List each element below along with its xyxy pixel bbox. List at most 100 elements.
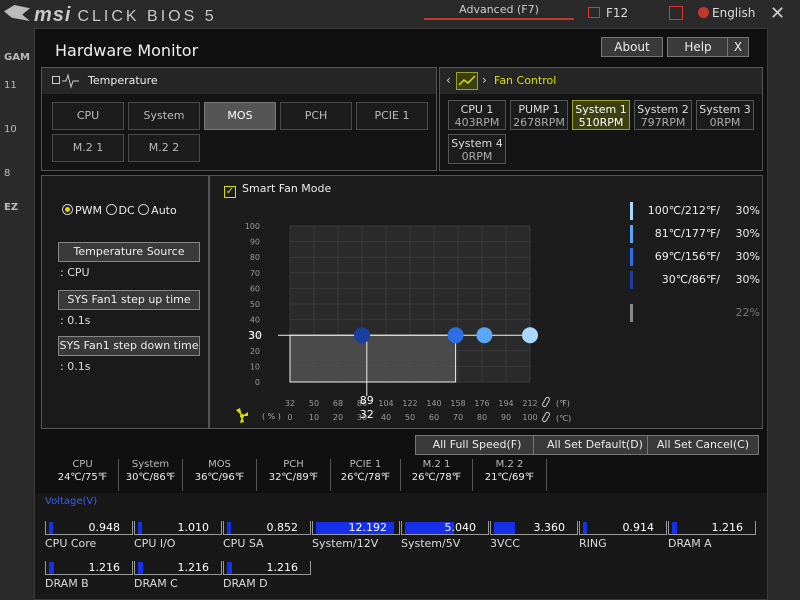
summary-sensor-name: System <box>131 459 170 470</box>
pwm-radio[interactable]: PWM <box>62 204 102 217</box>
search-icon[interactable] <box>669 6 683 20</box>
x-tick-label-f: 176 <box>474 399 489 408</box>
voltage-name: System/5V <box>401 537 461 550</box>
legend-temp: 100℃/212℉/ <box>647 204 720 217</box>
fan-speed-icon <box>236 408 248 423</box>
voltage-name: DRAM D <box>223 577 268 590</box>
fahrenheit-unit-label: (℉) <box>556 399 570 408</box>
fan-cpu1[interactable]: CPU 1 403RPM <box>448 100 506 130</box>
y-tick-label: 10 <box>250 362 260 371</box>
fan-pump1[interactable]: PUMP 1 2678RPM <box>510 100 568 130</box>
legend-temp: 30℃/86℉/ <box>661 273 720 286</box>
voltage-bar-fill <box>494 522 515 534</box>
dc-radio[interactable]: DC <box>105 204 135 217</box>
temperature-source-button[interactable]: Temperature Source <box>58 242 200 262</box>
sensor-m2-1[interactable]: M.2 1 <box>52 134 124 162</box>
fan-rpm: 403RPM <box>454 116 500 129</box>
sensor-cpu[interactable]: CPU <box>52 102 124 130</box>
fan-curve-point[interactable] <box>476 327 493 344</box>
window-title: Hardware Monitor <box>55 41 199 60</box>
step-down-time-value: : 0.1s <box>60 360 91 373</box>
summary-sensor-value: 36℃/96℉ <box>194 472 245 483</box>
summary-sensor-name: PCH <box>283 459 304 470</box>
voltage-bar-fill <box>227 562 232 574</box>
bg-label: 10 <box>4 124 17 135</box>
fan-system4[interactable]: System 4 0RPM <box>448 134 506 164</box>
sensor-pch[interactable]: PCH <box>280 102 352 130</box>
fan-system3[interactable]: System 3 0RPM <box>696 100 754 130</box>
screenshot-button[interactable]: F12 <box>588 6 628 20</box>
fan-curve-point[interactable] <box>447 327 464 344</box>
y-tick-label: 20 <box>250 347 260 356</box>
voltage-name: DRAM A <box>668 537 712 550</box>
about-button[interactable]: About <box>601 37 663 57</box>
bg-label: EZ <box>4 202 19 213</box>
sensor-m2-2[interactable]: M.2 2 <box>128 134 200 162</box>
summary-sensor-value: 24℃/75℉ <box>57 472 108 483</box>
fan-curve-point[interactable] <box>354 327 370 344</box>
fan-curve-point[interactable] <box>522 327 538 344</box>
x-tick-label-c: 50 <box>405 413 415 422</box>
voltage-bar-fill <box>49 562 54 574</box>
sensor-pcie1[interactable]: PCIE 1 <box>356 102 428 130</box>
step-down-time-button[interactable]: SYS Fan1 step down time <box>58 336 200 356</box>
bg-label: 11 <box>4 80 17 91</box>
language-button[interactable]: English <box>698 6 755 20</box>
voltage-item: 5.040 System/5V <box>401 521 489 550</box>
advanced-mode-tab[interactable]: Advanced (F7) <box>424 0 574 20</box>
summary-sensor-value: 26℃/78℉ <box>411 472 462 483</box>
x-tick-label-f: 32 <box>285 399 295 408</box>
chevron-right-icon[interactable]: › <box>482 73 487 87</box>
dc-radio-icon <box>105 204 117 215</box>
x-tick-label-c: 60 <box>429 413 439 422</box>
background-right-panel <box>766 30 800 600</box>
voltage-bar-fill <box>138 562 143 574</box>
x-tick-label-f: 104 <box>378 399 393 408</box>
chevron-left-icon[interactable]: ‹ <box>446 73 451 87</box>
x-tick-label-f: 140 <box>426 399 441 408</box>
summary-temp-3: PCH 32℃/89℉ <box>257 459 331 491</box>
auto-radio[interactable]: Auto <box>138 204 177 217</box>
temperature-graph-icon <box>52 73 79 89</box>
sensor-mos[interactable]: MOS <box>204 102 276 130</box>
x-axis-ticks: 3205010682086301044012250140601587017680… <box>285 399 538 422</box>
voltage-item: 1.216 DRAM B <box>45 561 133 590</box>
fan-rpm: 0RPM <box>709 116 741 129</box>
temperature-source-value: : CPU <box>60 266 90 279</box>
fan-curve-chart[interactable]: 1009080706050403020100 32050106820863010… <box>210 176 610 430</box>
x-tick-label-c: 0 <box>287 413 292 422</box>
thermometer-c-icon <box>542 411 550 423</box>
voltage-bar: 0.948 <box>45 521 133 535</box>
x-tick-label-c: 10 <box>309 413 319 422</box>
sensor-system[interactable]: System <box>128 102 200 130</box>
all-full-speed-button[interactable]: All Full Speed(F) <box>415 435 539 455</box>
legend-entry: 69℃/156℉/ 30% <box>630 248 764 266</box>
fan-system2[interactable]: System 2 797RPM <box>634 100 692 130</box>
voltage-item: 0.852 CPU SA <box>223 521 311 550</box>
voltage-value: 3.360 <box>533 521 566 534</box>
fan-rpm: 0RPM <box>461 150 493 163</box>
all-set-default-button[interactable]: All Set Default(D) <box>533 435 657 455</box>
summary-sensor-name: M.2 1 <box>422 459 451 470</box>
x-tick-label-f: 50 <box>309 399 319 408</box>
f12-label: F12 <box>606 6 629 20</box>
legend-percent: 22% <box>735 306 760 319</box>
all-set-cancel-button[interactable]: All Set Cancel(C) <box>647 435 759 455</box>
fan-name: System 1 <box>575 103 627 116</box>
voltage-value: 0.852 <box>266 521 299 534</box>
legend-entry: 22% <box>630 304 764 322</box>
legend-percent: 30% <box>735 227 760 240</box>
fan-system1[interactable]: System 1 510RPM <box>572 100 630 130</box>
close-button[interactable]: X <box>727 37 749 57</box>
voltage-bar: 12.192 <box>312 521 400 535</box>
summary-sensor-value: 32℃/89℉ <box>268 472 319 483</box>
voltage-item: 0.914 RING <box>579 521 667 550</box>
bios-close-icon[interactable]: ✕ <box>770 3 785 24</box>
auto-label: Auto <box>151 204 177 217</box>
help-button[interactable]: Help <box>667 37 729 57</box>
fan-mode-radio-group: PWM DC Auto <box>62 204 177 217</box>
step-up-time-button[interactable]: SYS Fan1 step up time <box>58 290 200 310</box>
voltage-item: 1.216 DRAM A <box>668 521 756 550</box>
voltage-name: CPU Core <box>45 537 97 550</box>
voltage-value: 12.192 <box>348 521 388 534</box>
